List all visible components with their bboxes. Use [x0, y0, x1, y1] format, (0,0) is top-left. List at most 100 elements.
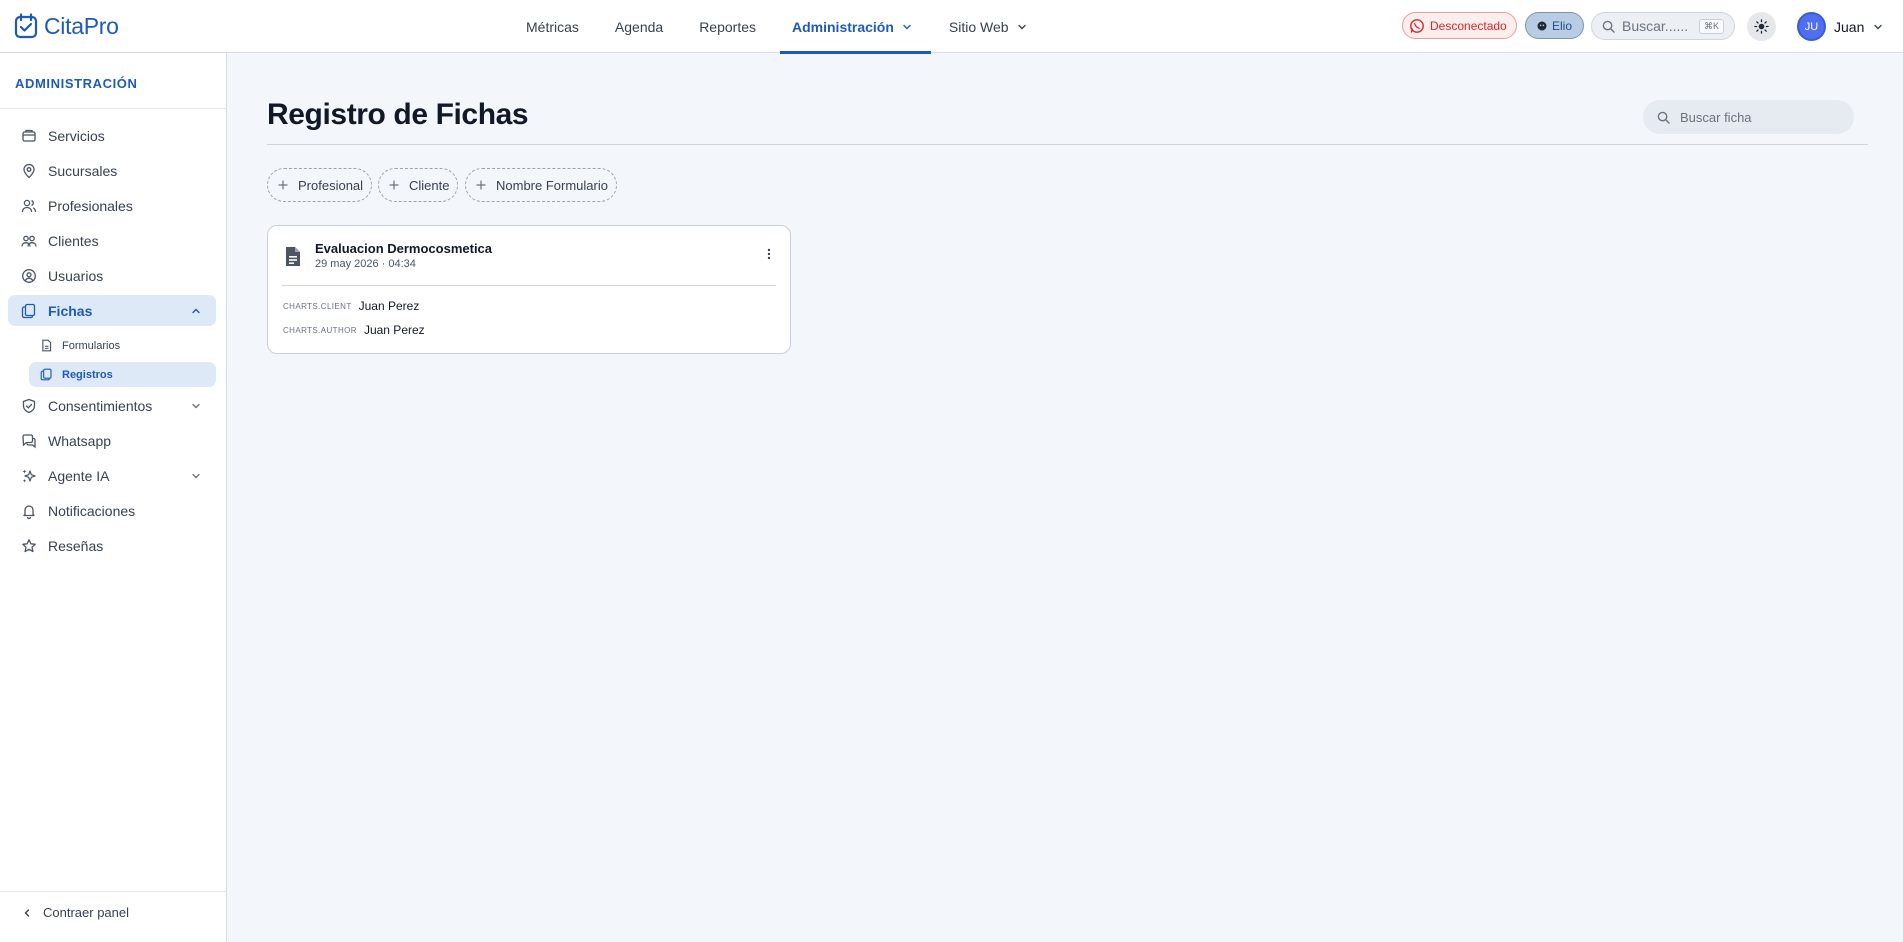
- user-name: Juan: [1834, 18, 1865, 35]
- sidebar: ADMINISTRACIÓN Servicios Sucursales Prof…: [0, 53, 227, 942]
- calendar-check-icon: [14, 13, 38, 39]
- record-date: 29 may 2026 · 04:34: [315, 258, 416, 270]
- chevron-down-icon: [1017, 24, 1026, 29]
- chat-icon: [22, 433, 36, 448]
- chevron-down-icon: [1874, 24, 1883, 29]
- chevron-down-icon: [192, 403, 200, 409]
- record-title: Evaluacion Dermocosmetica: [315, 241, 493, 256]
- nav-reportes[interactable]: Reportes: [681, 0, 774, 53]
- main-nav: Métricas Agenda Reportes Administración …: [508, 0, 1046, 54]
- location-icon: [23, 163, 35, 178]
- sidebar-item-label: Servicios: [48, 127, 105, 144]
- sidebar-subitem-registros[interactable]: Registros: [29, 362, 216, 387]
- sidebar-item-label: Clientes: [48, 232, 99, 249]
- record-search-input[interactable]: Buscar ficha: [1643, 100, 1854, 134]
- nav-metricas[interactable]: Métricas: [508, 0, 597, 53]
- sidebar-divider: [0, 108, 227, 109]
- whatsapp-status-badge[interactable]: Desconectado: [1402, 12, 1517, 39]
- sidebar-item-sucursales[interactable]: Sucursales: [8, 155, 216, 186]
- plus-icon: [278, 180, 288, 190]
- nav-label: Reportes: [699, 18, 756, 35]
- chevron-down-icon: [903, 24, 911, 29]
- plus-icon: [389, 180, 399, 190]
- nav-administracion[interactable]: Administración: [774, 0, 931, 54]
- nav-label: Administración: [792, 18, 894, 35]
- sidebar-item-consentimientos[interactable]: Consentimientos: [8, 390, 216, 421]
- sidebar-item-whatsapp[interactable]: Whatsapp: [8, 425, 216, 456]
- title-divider: [267, 144, 1868, 145]
- plus-icon: [476, 180, 486, 190]
- sidebar-item-label: Usuarios: [48, 267, 104, 284]
- bell-icon: [23, 504, 35, 519]
- sidebar-item-label: Profesionales: [48, 197, 133, 214]
- nav-sitio-web[interactable]: Sitio Web: [931, 0, 1046, 53]
- nav-label: Agenda: [614, 18, 664, 35]
- top-bar: CitaPro Métricas Agenda Reportes Adminis…: [0, 0, 1903, 54]
- filter-profesional-button[interactable]: Profesional: [267, 168, 373, 202]
- chevron-left-icon: [24, 908, 30, 917]
- sidebar-subitem-formularios[interactable]: Formularios: [29, 333, 216, 358]
- avatar: JU: [1797, 12, 1826, 41]
- chevron-up-icon: [192, 308, 200, 314]
- sidebar-item-label: Whatsapp: [48, 432, 112, 449]
- theme-toggle-button[interactable]: [1747, 12, 1776, 41]
- sidebar-subitem-label: Formularios: [62, 339, 121, 352]
- nav-label: Sitio Web: [948, 18, 1009, 35]
- sidebar-item-label: Sucursales: [48, 162, 118, 179]
- sidebar-item-agente-ia[interactable]: Agente IA: [8, 460, 216, 491]
- sidebar-item-resenas[interactable]: Reseñas: [8, 530, 216, 561]
- record-divider: [282, 285, 776, 286]
- collapse-panel-button[interactable]: Contraer panel: [21, 905, 129, 920]
- page-title: Registro de Fichas: [267, 98, 529, 131]
- filter-cliente-button[interactable]: Cliente: [378, 168, 459, 202]
- filter-label: Nombre Formulario: [496, 177, 608, 193]
- user-circle-icon: [22, 268, 36, 283]
- sparkles-icon: [22, 469, 36, 482]
- sidebar-title: ADMINISTRACIÓN: [15, 76, 138, 91]
- filter-label: Profesional: [298, 177, 364, 193]
- file-icon: [42, 339, 52, 352]
- collapse-panel-label: Contraer panel: [43, 905, 129, 920]
- record-menu-button[interactable]: [762, 244, 776, 264]
- users-icon: [21, 199, 37, 212]
- app-logo[interactable]: CitaPro: [14, 12, 119, 40]
- files-icon: [40, 368, 52, 381]
- sidebar-item-notificaciones[interactable]: Notificaciones: [8, 495, 216, 526]
- record-field-author: CHARTS.AUTHOR Juan Perez: [283, 323, 425, 337]
- sidebar-item-label: Reseñas: [48, 537, 104, 554]
- sidebar-item-label: Consentimientos: [48, 397, 153, 414]
- sidebar-item-profesionales[interactable]: Profesionales: [8, 190, 216, 221]
- sidebar-item-usuarios[interactable]: Usuarios: [8, 260, 216, 291]
- sidebar-item-clientes[interactable]: Clientes: [8, 225, 216, 256]
- sidebar-item-fichas[interactable]: Fichas: [8, 295, 216, 326]
- whatsapp-icon: [1410, 18, 1424, 33]
- global-search-input[interactable]: Buscar...... ⌘K: [1591, 12, 1735, 40]
- record-field-client: CHARTS.CLIENT Juan Perez: [283, 299, 419, 313]
- filter-label: Cliente: [409, 177, 450, 193]
- assistant-button[interactable]: Elio: [1525, 12, 1584, 39]
- search-icon: [1657, 111, 1670, 124]
- sun-icon: [1754, 19, 1769, 34]
- record-field-value: Juan Perez: [358, 299, 420, 313]
- sidebar-item-label: Fichas: [48, 302, 93, 319]
- sidebar-divider: [0, 891, 227, 892]
- record-search-placeholder: Buscar ficha: [1680, 109, 1752, 125]
- keyboard-shortcut-badge: ⌘K: [1698, 19, 1724, 34]
- whatsapp-status-text: Desconectado: [1430, 18, 1507, 33]
- nav-agenda[interactable]: Agenda: [597, 0, 681, 53]
- record-field-key: CHARTS.CLIENT: [283, 301, 352, 311]
- sidebar-subitem-label: Registros: [62, 368, 113, 381]
- record-field-key: CHARTS.AUTHOR: [283, 325, 357, 335]
- shield-check-icon: [22, 398, 36, 413]
- chevron-down-icon: [192, 473, 200, 479]
- assistant-face-icon: [1537, 21, 1547, 30]
- record-card[interactable]: Evaluacion Dermocosmetica 29 may 2026 · …: [267, 225, 791, 354]
- star-icon: [22, 538, 36, 552]
- filter-nombre-formulario-button[interactable]: Nombre Formulario: [465, 168, 617, 202]
- files-icon: [21, 303, 36, 318]
- sidebar-item-servicios[interactable]: Servicios: [8, 120, 216, 151]
- sidebar-item-label: Notificaciones: [48, 502, 136, 519]
- nav-label: Métricas: [526, 18, 579, 35]
- user-menu[interactable]: JU Juan: [1797, 12, 1884, 41]
- global-search-placeholder: Buscar......: [1622, 18, 1689, 34]
